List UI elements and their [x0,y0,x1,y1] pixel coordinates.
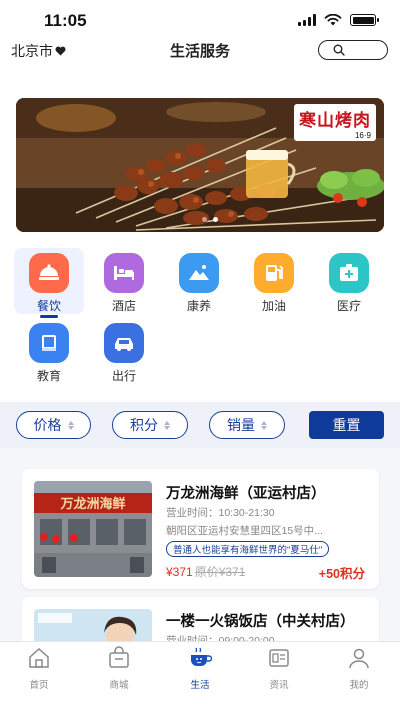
search-button[interactable] [318,40,388,60]
shop-sign-text: 万龙洲海鲜 [59,496,125,512]
sort-arrows-icon [261,420,267,430]
banner-dot-active[interactable] [213,217,218,222]
shopping-bag-icon [109,646,129,668]
status-icons [298,14,379,26]
tab-label: 资讯 [269,680,289,691]
signal-icon [298,14,316,26]
shop-price: ¥371 原价¥371 [166,563,245,580]
category-medical[interactable]: 医疗 [314,248,384,314]
banner-brand-name: 寒山烤肉 [299,111,371,130]
battery-icon [350,14,379,26]
sort-arrows-icon [67,420,74,430]
shop-list: 万龙洲海鲜 万龙洲海鲜（亚运村店） 营业时间：10:30-21:30 朝阳区亚运… [0,448,400,679]
nav-bar: 北京市 生活服务 [0,36,400,64]
medical-icon [329,253,369,293]
category-education[interactable]: 教育 [14,318,84,384]
category-label: 餐饮 [36,299,61,313]
user-icon [349,648,369,669]
category-hotel[interactable]: 酒店 [89,248,159,314]
tab-home[interactable]: 首页 [9,646,69,691]
banner-brand-logo: 寒山烤肉 16·9 [294,104,376,141]
category-label: 康养 [186,299,211,313]
tab-news[interactable]: 资讯 [249,646,309,691]
banner-brand-sub: 16·9 [354,131,371,140]
bottom-tab-bar: 首页 商城 生活 资讯 我的 [0,641,400,711]
promo-banner[interactable]: 寒山烤肉 16·9 [16,98,384,232]
search-icon [333,44,345,56]
wifi-icon [324,14,342,26]
category-label: 酒店 [111,299,136,313]
tab-mall[interactable]: 商城 [89,646,149,691]
category-label: 教育 [36,369,61,383]
shop-card[interactable]: 万龙洲海鲜 万龙洲海鲜（亚运村店） 营业时间：10:30-21:30 朝阳区亚运… [22,469,379,589]
home-icon [29,647,49,668]
filter-bar: 价格 积分 销量 重置 [0,402,400,448]
tab-profile[interactable]: 我的 [329,646,389,691]
news-icon [269,649,289,667]
sort-label: 积分 [130,417,158,433]
sort-label: 销量 [227,417,255,433]
fuel-icon [254,253,294,293]
category-dining[interactable]: 餐饮 [14,248,84,318]
sort-arrows-icon [164,420,170,430]
shop-original-price: 原价¥371 [194,565,246,579]
bed-icon [104,253,144,293]
status-time: 11:05 [44,11,87,30]
shop-price-value: ¥371 [166,565,193,579]
category-label: 出行 [111,369,136,383]
category-wellness[interactable]: 康养 [164,248,234,314]
book-icon [29,323,69,363]
tab-label: 商城 [109,680,129,691]
tab-label: 生活 [190,680,210,691]
shop-tag: 普通人也能享有海鲜世界的"夏马仕" [166,541,330,557]
category-label: 加油 [261,299,286,313]
sort-price-button[interactable]: 价格 [16,411,91,439]
shop-hours: 营业时间：10:30-21:30 [166,507,275,519]
category-travel[interactable]: 出行 [89,318,159,384]
tab-label: 我的 [349,680,369,691]
shop-address: 朝阳区亚运村安慧里四区15号中... [166,525,323,537]
shop-points: +50积分 [318,567,365,581]
shop-thumbnail: 万龙洲海鲜 [34,481,152,577]
banner-dot[interactable] [202,217,207,222]
reset-button[interactable]: 重置 [309,411,384,439]
sort-sales-button[interactable]: 销量 [209,411,285,439]
dining-icon [29,253,69,293]
tab-life[interactable]: 生活 [170,646,230,691]
banner-pagination [202,217,218,222]
sort-label: 价格 [33,417,62,433]
category-label: 医疗 [336,299,361,313]
shop-name: 一楼一火锅饭店（中关村店） [166,614,355,630]
coffee-cup-icon [191,647,213,666]
tab-label: 首页 [29,680,49,691]
status-bar: 11:05 [0,0,400,40]
shop-name: 万龙洲海鲜（亚运村店） [166,486,326,502]
category-fuel[interactable]: 加油 [239,248,309,314]
car-icon [104,323,144,363]
sort-points-button[interactable]: 积分 [112,411,188,439]
mountain-icon [179,253,219,293]
